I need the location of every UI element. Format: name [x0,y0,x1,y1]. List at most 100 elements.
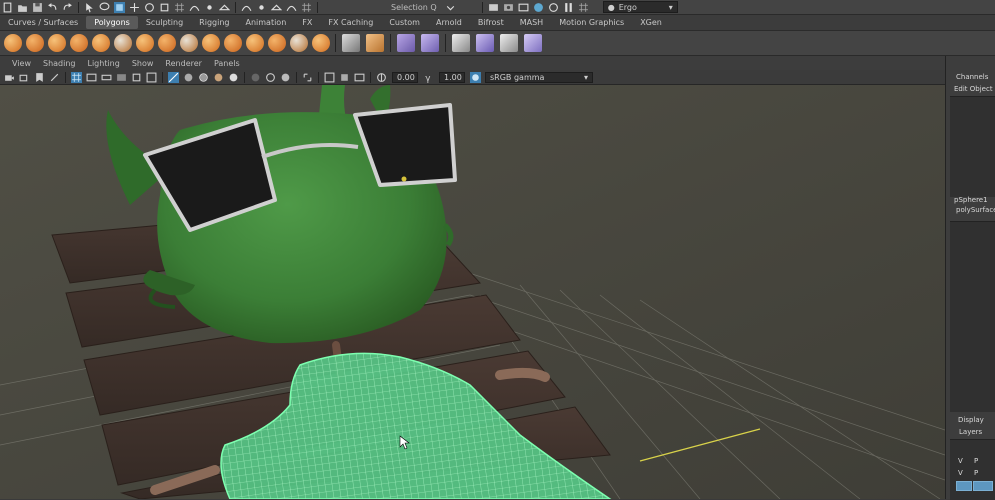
smooth-shade-icon[interactable] [183,72,194,83]
menu-show[interactable]: Show [132,59,154,68]
layer-playback-toggle[interactable]: P [974,469,978,477]
save-scene-icon[interactable] [32,2,43,13]
layer-row-selected[interactable] [973,481,993,491]
ambient-occlusion-icon[interactable] [280,72,291,83]
film-gate-icon[interactable] [86,72,97,83]
paint-select-icon[interactable] [114,1,125,13]
polygon-plane-icon[interactable] [114,34,132,52]
pause-icon[interactable] [563,2,574,13]
exposure-field[interactable]: 0.00 [392,71,418,83]
snap-curve-icon[interactable] [286,2,297,13]
chevron-down-icon[interactable] [445,2,456,13]
field-chart-icon[interactable] [131,72,142,83]
eraser-icon[interactable] [524,34,542,52]
polygon-torus-icon[interactable] [92,34,110,52]
tab-polygons[interactable]: Polygons [86,16,138,29]
ipr-icon[interactable] [503,2,514,13]
move-tool-icon[interactable] [129,2,140,13]
layers-header[interactable]: Display [958,416,984,424]
snap-plane-icon[interactable] [271,2,282,13]
super-ellipse-icon[interactable] [312,34,330,52]
perspective-viewport[interactable] [0,85,945,499]
snap-point-icon[interactable] [204,2,215,13]
bridge-icon[interactable] [452,34,470,52]
tab-bifrost[interactable]: Bifrost [470,16,512,29]
tab-animation[interactable]: Animation [237,16,294,29]
open-scene-icon[interactable] [17,2,28,13]
extrude-icon[interactable] [476,34,494,52]
exposure-icon[interactable] [376,72,387,83]
tab-rigging[interactable]: Rigging [191,16,237,29]
layer-visibility-toggle[interactable]: V [958,457,963,465]
workspace-selector[interactable]: ● Ergo ▾ [602,1,678,13]
render-settings-icon[interactable] [518,2,529,13]
color-space-dropdown[interactable]: sRGB gamma ▾ [485,71,593,83]
separate-icon[interactable] [366,34,384,52]
color-management-icon[interactable] [470,71,481,83]
wireframe-on-shaded-icon[interactable] [198,72,209,83]
select-tool-icon[interactable] [84,2,95,13]
xray-icon[interactable] [265,72,276,83]
gear-icon[interactable] [268,34,286,52]
snap-point-icon[interactable] [256,2,267,13]
platonic-icon[interactable] [158,34,176,52]
prism-icon[interactable] [202,34,220,52]
tab-curves-surfaces[interactable]: Curves / Surfaces [0,16,86,29]
polygon-sphere-icon[interactable] [4,34,22,52]
xray-active-icon[interactable] [339,72,350,83]
select-camera-icon[interactable] [4,72,15,83]
scale-tool-icon[interactable] [159,2,170,13]
object-name[interactable]: pSphere1 [954,196,988,204]
menu-renderer[interactable]: Renderer [165,59,202,68]
xray-joints-icon[interactable] [324,72,335,83]
shadows-icon[interactable] [250,72,261,83]
hypershade-icon[interactable] [533,2,544,13]
tab-custom[interactable]: Custom [381,16,428,29]
smooth-icon[interactable] [397,34,415,52]
lasso-icon[interactable] [99,2,110,13]
undo-icon[interactable] [47,2,58,13]
rotate-tool-icon[interactable] [144,2,155,13]
isolate-select-icon[interactable] [302,72,313,83]
gamma-field[interactable]: 1.00 [439,71,465,83]
gamma-icon[interactable]: γ [423,72,434,82]
polygon-cone-icon[interactable] [70,34,88,52]
helix-icon[interactable] [246,34,264,52]
layer-playback-toggle[interactable]: P [974,457,978,465]
snap-curve-icon[interactable] [241,2,252,13]
safe-action-icon[interactable] [146,72,157,83]
gate-mask-icon[interactable] [116,72,127,83]
grid-icon[interactable] [71,71,82,83]
channel-sub-label[interactable]: Edit Object [954,85,993,93]
new-scene-icon[interactable] [2,2,13,13]
pipe-icon[interactable] [224,34,242,52]
snap-plane-icon[interactable] [219,2,230,13]
tab-arnold[interactable]: Arnold [428,16,470,29]
tab-xgen[interactable]: XGen [632,16,670,29]
tab-mash[interactable]: MASH [512,16,551,29]
hud-icon[interactable] [354,72,365,83]
soccer-ball-icon[interactable] [290,34,308,52]
snap-grid-icon[interactable] [301,2,312,13]
snap-curve-icon[interactable] [189,2,200,13]
wireframe-icon[interactable] [168,71,179,83]
resolution-gate-icon[interactable] [101,72,112,83]
pyramid-icon[interactable] [180,34,198,52]
render-icon[interactable] [488,2,499,13]
bookmark-icon[interactable] [34,72,45,83]
image-plane-icon[interactable] [49,72,60,83]
polygon-cube-icon[interactable] [26,34,44,52]
object-shape-name[interactable]: polySurface1 [956,206,995,214]
uv-editor-icon[interactable] [500,34,518,52]
lights-icon[interactable] [228,72,239,83]
layers-sub-label[interactable]: Layers [959,428,982,436]
menu-shading[interactable]: Shading [43,59,76,68]
polygon-cylinder-icon[interactable] [48,34,66,52]
tab-fx[interactable]: FX [294,16,320,29]
camera-attributes-icon[interactable] [19,72,30,83]
menu-panels[interactable]: Panels [214,59,240,68]
polygon-disc-icon[interactable] [136,34,154,52]
redo-icon[interactable] [62,2,73,13]
tab-motion-graphics[interactable]: Motion Graphics [551,16,632,29]
menu-view[interactable]: View [12,59,31,68]
